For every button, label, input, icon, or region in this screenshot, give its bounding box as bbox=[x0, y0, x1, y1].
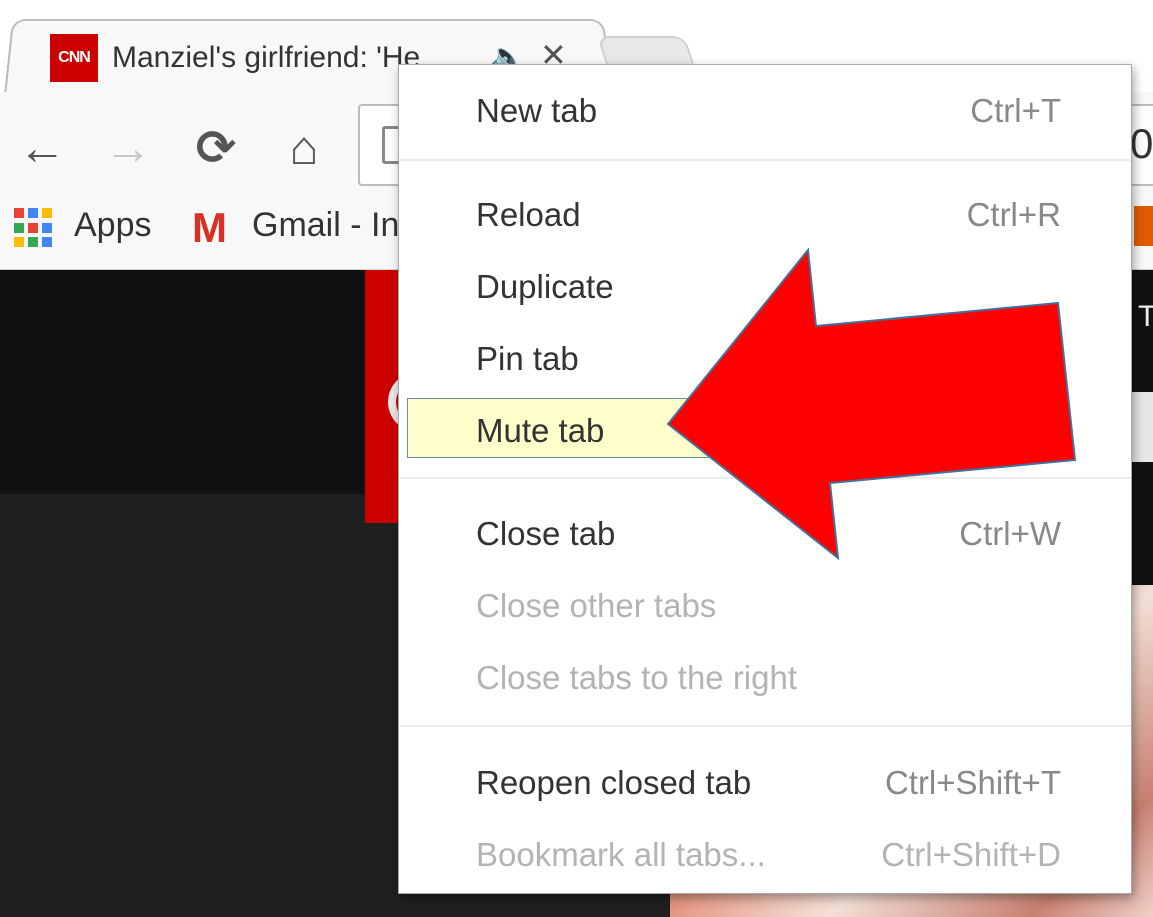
menu-item-label: Pin tab bbox=[476, 340, 579, 377]
apps-grid-icon[interactable] bbox=[14, 208, 54, 248]
menu-item-new-tab[interactable]: New tab Ctrl+T bbox=[399, 79, 1131, 139]
menu-separator bbox=[399, 477, 1131, 479]
menu-item-reopen-closed-tab[interactable]: Reopen closed tab Ctrl+Shift+T bbox=[399, 751, 1131, 811]
menu-item-label: Bookmark all tabs... bbox=[476, 836, 766, 873]
menu-item-label: Close other tabs bbox=[476, 587, 717, 624]
menu-item-close-tabs-right[interactable]: Close tabs to the right bbox=[399, 646, 1131, 706]
bookmark-favicon bbox=[1134, 206, 1153, 246]
forward-arrow-icon[interactable]: → bbox=[100, 120, 156, 176]
menu-item-label: Reopen closed tab bbox=[476, 764, 752, 801]
menu-separator bbox=[399, 159, 1131, 161]
menu-item-label: Close tab bbox=[476, 515, 616, 552]
reload-icon[interactable]: ⟳ bbox=[188, 120, 244, 176]
menu-item-shortcut: Ctrl+Shift+T bbox=[884, 764, 1061, 801]
page-heading-fragment: T bbox=[1138, 300, 1153, 333]
bookmark-gmail[interactable]: Gmail - In bbox=[252, 206, 399, 245]
menu-item-bookmark-all-tabs[interactable]: Bookmark all tabs... Ctrl+Shift+D bbox=[399, 823, 1131, 883]
gmail-icon: M bbox=[192, 204, 227, 251]
bookmark-apps[interactable]: Apps bbox=[74, 206, 152, 245]
menu-item-label: Mute tab bbox=[476, 412, 605, 449]
back-arrow-icon[interactable]: ← bbox=[14, 120, 70, 176]
menu-item-label: Close tabs to the right bbox=[476, 659, 798, 696]
menu-item-duplicate[interactable]: Duplicate bbox=[399, 255, 1131, 315]
home-icon[interactable]: ⌂ bbox=[276, 120, 332, 176]
menu-item-shortcut: Ctrl+R bbox=[966, 196, 1061, 233]
menu-item-close-other-tabs[interactable]: Close other tabs bbox=[399, 574, 1131, 634]
menu-item-label: Reload bbox=[476, 196, 581, 233]
address-bar-text: 0/ bbox=[1130, 120, 1153, 167]
cnn-favicon-icon: CNN bbox=[50, 34, 98, 82]
page-input-fragment bbox=[1131, 392, 1153, 462]
menu-item-close-tab[interactable]: Close tab Ctrl+W bbox=[399, 502, 1131, 562]
menu-item-label: New tab bbox=[476, 92, 598, 129]
menu-item-mute-tab[interactable]: Mute tab bbox=[407, 398, 711, 458]
menu-item-shortcut: Ctrl+T bbox=[970, 92, 1061, 129]
menu-item-shortcut: Ctrl+Shift+D bbox=[881, 836, 1061, 873]
tab-context-menu: New tab Ctrl+T Reload Ctrl+R Duplicate P… bbox=[398, 64, 1132, 894]
menu-item-pin-tab[interactable]: Pin tab bbox=[399, 327, 1131, 387]
menu-item-label: Duplicate bbox=[476, 268, 614, 305]
menu-item-reload[interactable]: Reload Ctrl+R bbox=[399, 183, 1131, 243]
menu-item-shortcut: Ctrl+W bbox=[959, 515, 1061, 552]
menu-separator bbox=[399, 725, 1131, 727]
